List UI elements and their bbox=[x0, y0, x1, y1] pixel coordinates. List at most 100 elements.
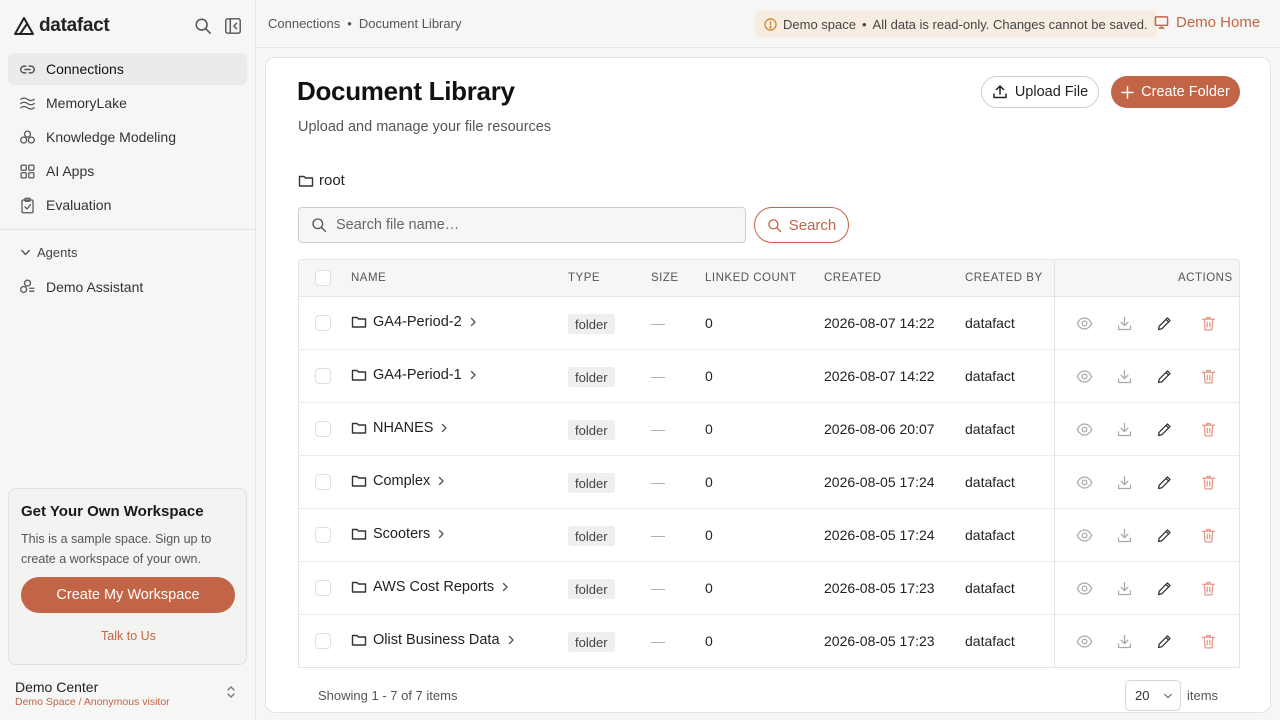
view-icon[interactable] bbox=[1076, 368, 1093, 385]
table-row[interactable]: AWS Cost Reports folder — 0 2026-08-05 17:23… bbox=[299, 562, 1239, 615]
create-workspace-button[interactable]: Create My Workspace bbox=[21, 577, 235, 613]
brand[interactable]: datafact bbox=[13, 15, 110, 37]
sidebar-item-connections[interactable]: Connections bbox=[8, 53, 247, 85]
download-icon[interactable] bbox=[1116, 527, 1133, 544]
download-icon[interactable] bbox=[1116, 633, 1133, 650]
sidebar-item-evaluation[interactable]: Evaluation bbox=[8, 189, 247, 221]
delete-icon[interactable] bbox=[1200, 315, 1217, 332]
column-header-actions: Actions bbox=[1178, 272, 1233, 284]
created-value: 2026-08-07 14:22 bbox=[824, 368, 935, 384]
edit-icon[interactable] bbox=[1156, 421, 1173, 438]
chevron-right-icon bbox=[470, 370, 476, 380]
account-switcher[interactable]: Demo Center Demo Space / Anonymous visit… bbox=[15, 679, 245, 708]
edit-icon[interactable] bbox=[1156, 580, 1173, 597]
topbar: Connections • Document Library Demo spac… bbox=[256, 0, 1280, 48]
edit-icon[interactable] bbox=[1156, 368, 1173, 385]
delete-icon[interactable] bbox=[1200, 421, 1217, 438]
breadcrumb-item-connections[interactable]: Connections bbox=[268, 16, 340, 31]
row-checkbox[interactable] bbox=[315, 474, 331, 490]
search-field[interactable] bbox=[298, 207, 746, 243]
folder-name-link[interactable]: GA4-Period-2 bbox=[351, 314, 478, 330]
edit-icon[interactable] bbox=[1156, 315, 1173, 332]
table-row[interactable]: GA4-Period-1 folder — 0 2026-08-07 14:22 data… bbox=[299, 350, 1239, 403]
column-header-size: Size bbox=[651, 272, 679, 284]
agent-item-demo-assistant[interactable]: Demo Assistant bbox=[19, 278, 143, 295]
chevron-right-icon bbox=[502, 582, 508, 592]
delete-icon[interactable] bbox=[1200, 368, 1217, 385]
search-icon bbox=[767, 218, 781, 232]
search-input[interactable] bbox=[336, 217, 736, 233]
delete-icon[interactable] bbox=[1200, 633, 1217, 650]
table-row[interactable]: GA4-Period-2 folder — 0 2026-08-07 14:22 data… bbox=[299, 297, 1239, 350]
delete-icon[interactable] bbox=[1200, 527, 1217, 544]
delete-icon[interactable] bbox=[1200, 580, 1217, 597]
linked-count-value: 0 bbox=[705, 368, 713, 384]
type-badge: folder bbox=[568, 473, 615, 493]
promo-text: This is a sample space. Sign up to creat… bbox=[21, 532, 212, 566]
collapse-sidebar-icon[interactable] bbox=[224, 17, 242, 35]
view-icon[interactable] bbox=[1076, 580, 1093, 597]
sidebar-item-knowledge-modeling[interactable]: Knowledge Modeling bbox=[8, 121, 247, 153]
row-checkbox[interactable] bbox=[315, 633, 331, 649]
column-header-created[interactable]: Created bbox=[824, 272, 882, 284]
download-icon[interactable] bbox=[1116, 421, 1133, 438]
table-row[interactable]: Olist Business Data folder — 0 2026-08-05 17… bbox=[299, 615, 1239, 667]
created-by-value: datafact bbox=[965, 633, 1015, 649]
view-icon[interactable] bbox=[1076, 421, 1093, 438]
agents-section-toggle[interactable]: Agents bbox=[20, 245, 77, 260]
row-checkbox[interactable] bbox=[315, 580, 331, 596]
table-header: Name Type Size Linked Count Created Crea… bbox=[299, 260, 1239, 297]
download-icon[interactable] bbox=[1116, 580, 1133, 597]
edit-icon[interactable] bbox=[1156, 633, 1173, 650]
folder-name-link[interactable]: Scooters bbox=[351, 526, 446, 542]
search-icon[interactable] bbox=[194, 17, 212, 35]
view-icon[interactable] bbox=[1076, 474, 1093, 491]
page-size-value: 20 bbox=[1135, 688, 1150, 703]
column-header-name[interactable]: Name bbox=[351, 272, 386, 284]
folder-name-link[interactable]: Olist Business Data bbox=[351, 632, 516, 648]
search-button[interactable]: Search bbox=[754, 207, 849, 243]
file-table: Name Type Size Linked Count Created Crea… bbox=[298, 259, 1240, 668]
view-icon[interactable] bbox=[1076, 633, 1093, 650]
select-all-checkbox[interactable] bbox=[315, 270, 331, 286]
view-icon[interactable] bbox=[1076, 315, 1093, 332]
edit-icon[interactable] bbox=[1156, 474, 1173, 491]
datafact-logo-icon bbox=[14, 17, 34, 35]
linked-count-value: 0 bbox=[705, 315, 713, 331]
row-checkbox[interactable] bbox=[315, 527, 331, 543]
folder-name-link[interactable]: NHANES bbox=[351, 420, 449, 436]
document-library-panel: Document Library Upload and manage your … bbox=[265, 57, 1271, 713]
table-row[interactable]: Complex folder — 0 2026-08-05 17:24 datafact bbox=[299, 456, 1239, 509]
row-checkbox[interactable] bbox=[315, 368, 331, 384]
folder-name-link[interactable]: GA4-Period-1 bbox=[351, 367, 478, 383]
column-header-linked-count: Linked Count bbox=[705, 272, 797, 284]
created-value: 2026-08-05 17:23 bbox=[824, 633, 935, 649]
view-icon[interactable] bbox=[1076, 527, 1093, 544]
table-row[interactable]: Scooters folder — 0 2026-08-05 17:24 datafact bbox=[299, 509, 1239, 562]
folder-path-root[interactable]: root bbox=[298, 172, 345, 189]
folder-name-link[interactable]: AWS Cost Reports bbox=[351, 579, 510, 595]
sidebar: datafact Connections MemoryLake Knowledg… bbox=[0, 0, 256, 720]
create-folder-button[interactable]: Create Folder bbox=[1111, 76, 1240, 108]
sidebar-item-memorylake[interactable]: MemoryLake bbox=[8, 87, 247, 119]
upload-file-button[interactable]: Upload File bbox=[981, 76, 1099, 108]
talk-to-us-link[interactable]: Talk to Us bbox=[9, 629, 248, 643]
download-icon[interactable] bbox=[1116, 368, 1133, 385]
account-name: Demo Center bbox=[15, 679, 99, 695]
download-icon[interactable] bbox=[1116, 315, 1133, 332]
type-badge: folder bbox=[568, 420, 615, 440]
download-icon[interactable] bbox=[1116, 474, 1133, 491]
row-checkbox[interactable] bbox=[315, 421, 331, 437]
table-row[interactable]: NHANES folder — 0 2026-08-06 20:07 datafact bbox=[299, 403, 1239, 456]
created-by-value: datafact bbox=[965, 315, 1015, 331]
linked-count-value: 0 bbox=[705, 421, 713, 437]
folder-path-label: root bbox=[319, 172, 345, 189]
sidebar-item-ai-apps[interactable]: AI Apps bbox=[8, 155, 247, 187]
row-checkbox[interactable] bbox=[315, 315, 331, 331]
chevron-right-icon bbox=[439, 476, 444, 486]
edit-icon[interactable] bbox=[1156, 527, 1173, 544]
folder-name-link[interactable]: Complex bbox=[351, 473, 446, 489]
demo-home-link[interactable]: Demo Home bbox=[1154, 14, 1260, 31]
page-size-select[interactable]: 20 bbox=[1125, 680, 1181, 711]
delete-icon[interactable] bbox=[1200, 474, 1217, 491]
